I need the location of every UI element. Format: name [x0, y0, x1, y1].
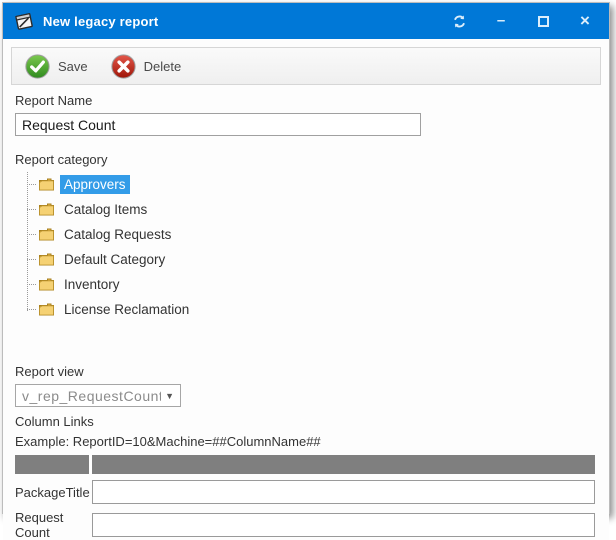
folder-icon [38, 302, 56, 317]
tree-item-approvers[interactable]: Approvers [27, 172, 597, 197]
report-category-label: Report category [15, 152, 597, 167]
report-name-input[interactable] [15, 113, 421, 136]
request-count-link-input[interactable] [92, 513, 595, 537]
table-row: PackageTitle [15, 480, 595, 504]
category-tree: Approvers Catalog Items Catalog Requests [15, 172, 597, 324]
dialog-window: New legacy report – × [2, 2, 610, 514]
report-note-icon [13, 11, 35, 31]
save-button[interactable]: Save [20, 51, 92, 82]
refresh-icon[interactable] [451, 13, 467, 29]
report-view-select[interactable]: v_rep_RequestCount ▼ [15, 384, 181, 407]
tree-item-inventory[interactable]: Inventory [27, 272, 597, 297]
column-links-table: PackageTitle Request Count [15, 455, 595, 540]
dialog-content: Report Name Report category Approvers Ca [3, 85, 609, 540]
folder-icon [38, 177, 56, 192]
tree-item-default-category[interactable]: Default Category [27, 247, 597, 272]
title-bar: New legacy report – × [3, 3, 609, 39]
save-button-label: Save [58, 59, 88, 74]
tree-item-catalog-requests[interactable]: Catalog Requests [27, 222, 597, 247]
tree-item-label: Inventory [60, 275, 124, 294]
table-header-row [15, 455, 595, 474]
folder-icon [38, 277, 56, 292]
tree-item-label: Default Category [60, 250, 169, 269]
table-row: Request Count [15, 510, 595, 540]
window-title: New legacy report [43, 14, 451, 29]
folder-icon [38, 252, 56, 267]
tree-item-label: License Reclamation [60, 300, 193, 319]
tree-item-label: Catalog Requests [60, 225, 175, 244]
tree-item-label: Catalog Items [60, 200, 151, 219]
report-name-label: Report Name [15, 93, 597, 108]
maximize-icon[interactable] [535, 13, 551, 29]
report-view-value: v_rep_RequestCount [22, 388, 161, 404]
close-icon[interactable]: × [577, 13, 593, 29]
tree-item-license-reclamation[interactable]: License Reclamation [27, 297, 597, 322]
tree-item-catalog-items[interactable]: Catalog Items [27, 197, 597, 222]
chevron-down-icon: ▼ [165, 391, 174, 401]
column-link-name: Request Count [15, 510, 92, 540]
packagetitle-link-input[interactable] [92, 480, 595, 504]
folder-icon [38, 227, 56, 242]
delete-x-icon [110, 53, 137, 80]
tree-item-label: Approvers [60, 175, 130, 194]
table-header-cell [92, 455, 595, 474]
save-check-icon [24, 53, 51, 80]
column-link-name: PackageTitle [15, 485, 92, 500]
report-view-label: Report view [15, 364, 597, 379]
table-header-cell [15, 455, 89, 474]
folder-icon [38, 202, 56, 217]
minimize-icon[interactable]: – [493, 13, 509, 29]
column-links-example: Example: ReportID=10&Machine=##ColumnNam… [15, 434, 597, 449]
delete-button-label: Delete [144, 59, 182, 74]
column-links-label: Column Links [15, 414, 597, 429]
delete-button[interactable]: Delete [106, 51, 186, 82]
window-controls: – × [451, 13, 599, 29]
toolbar: Save Delete [11, 47, 601, 85]
